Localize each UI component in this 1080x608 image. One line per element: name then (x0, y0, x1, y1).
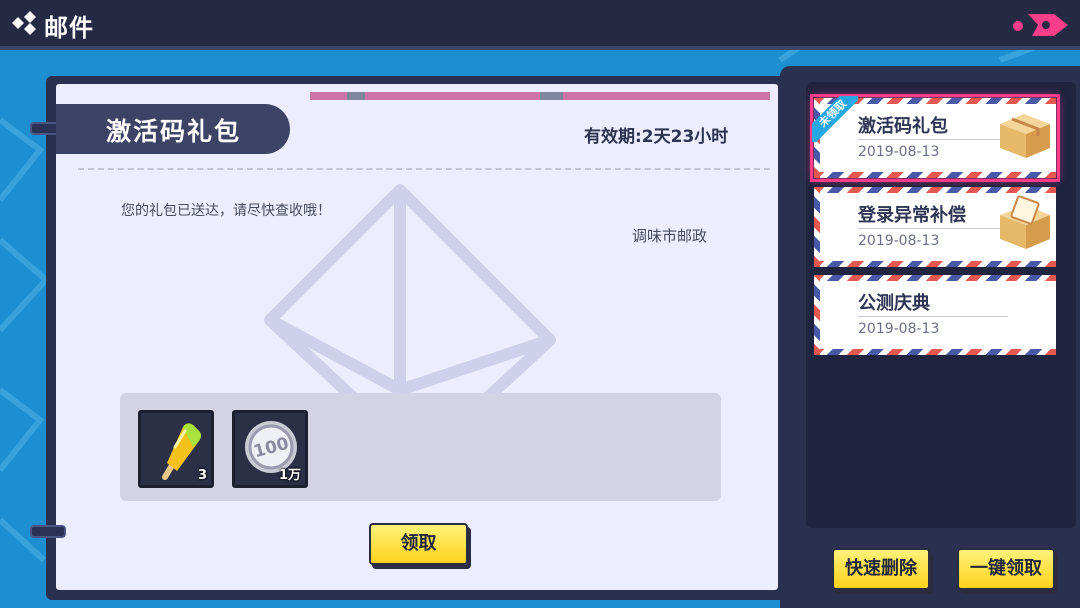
back-arrow-icon (1013, 14, 1068, 36)
quick-delete-button[interactable]: 快速删除 (832, 548, 930, 590)
unclaimed-badge-label: 未领取 (812, 96, 858, 142)
unclaimed-badge: 未领取 (812, 96, 858, 142)
mail-expiry: 有效期:2天23小时 (584, 127, 729, 147)
mail-list-item[interactable]: 公测庆典 2019-08-13 (814, 275, 1056, 355)
airmail-stripe (814, 275, 820, 355)
mail-list-item[interactable]: 未领取 激活码礼包 2019-08-13 (810, 94, 1060, 182)
mail-list-item-date: 2019-08-13 (858, 144, 940, 160)
airmail-stripe (814, 261, 1056, 267)
mail-list-item-date: 2019-08-13 (858, 233, 940, 249)
airmail-stripe (814, 187, 820, 267)
reward-item-slot[interactable]: 3 (138, 410, 214, 488)
back-button[interactable] (1010, 6, 1072, 44)
airmail-stripe (814, 275, 1056, 281)
mail-list-item-title: 公测庆典 (858, 293, 930, 314)
diamond-icon (12, 11, 36, 35)
reward-item-count: 3 (197, 468, 207, 483)
divider (858, 139, 1008, 140)
reward-item-slot[interactable]: 100 1万 (232, 410, 308, 488)
mail-detail-paper (56, 84, 778, 590)
claim-button[interactable]: 领取 (369, 523, 468, 565)
top-bar: 邮件 (0, 0, 1080, 50)
claim-all-button[interactable]: 一键领取 (957, 548, 1055, 590)
mail-list-item-date: 2019-08-13 (858, 321, 940, 337)
airmail-stripe (814, 187, 1056, 193)
mail-title: 激活码礼包 (106, 117, 242, 146)
mail-sender: 调味市邮政 (632, 227, 708, 245)
page-title: 邮件 (44, 14, 94, 42)
reward-item-count: 1万 (278, 468, 301, 483)
airmail-stripe (814, 172, 1056, 178)
mail-list-item[interactable]: 登录异常补偿 2019-08-13 (814, 187, 1056, 267)
mail-list-item-title: 登录异常补偿 (858, 205, 966, 226)
airmail-stripe (814, 349, 1056, 355)
marquee-ticker (310, 92, 770, 100)
divider (858, 228, 1008, 229)
mail-body-text: 您的礼包已送达，请尽快查收哦！ (121, 203, 331, 219)
open-box-icon (1000, 195, 1050, 249)
divider (858, 316, 1008, 317)
mail-list-item-title: 激活码礼包 (858, 116, 948, 137)
box-icon (1000, 114, 1050, 158)
divider (78, 168, 770, 170)
binder-ring-bottom (30, 525, 66, 538)
